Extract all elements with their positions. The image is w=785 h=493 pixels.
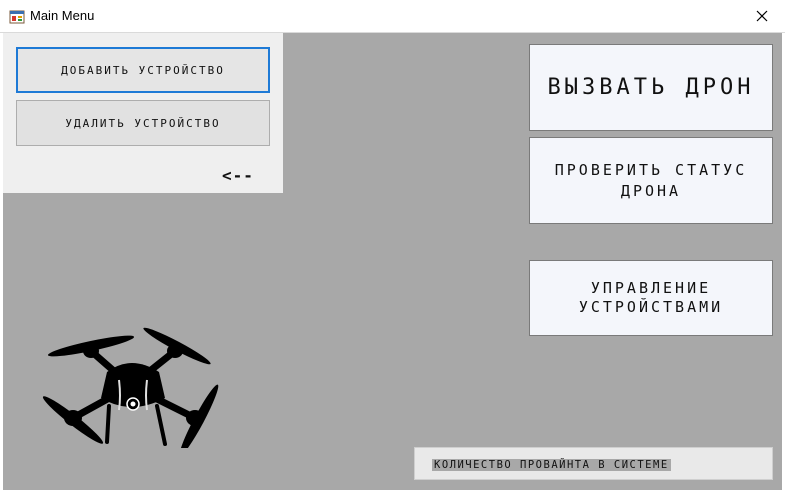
device-panel: Добавить устройство Удалить устройство <… [3,33,283,193]
window-title: Main Menu [30,8,95,23]
remove-device-button[interactable]: Удалить устройство [16,100,270,146]
device-count-panel: Количество провайнта в системе [414,447,773,480]
check-drone-status-button[interactable]: Проверить статус дрона [529,137,773,224]
add-device-button[interactable]: Добавить устройство [16,47,270,93]
manage-devices-button[interactable]: Управление устройствами [529,260,773,336]
drone-image [42,327,219,448]
close-icon [756,10,768,22]
app-icon [9,10,25,24]
back-link[interactable]: <-- [222,166,254,185]
call-drone-button[interactable]: Вызвать дрон [529,44,773,131]
close-button[interactable] [739,0,785,32]
main-client-area: Добавить устройство Удалить устройство <… [3,33,782,490]
device-count-label: Количество провайнта в системе [432,459,671,471]
title-bar: Main Menu [0,0,785,33]
